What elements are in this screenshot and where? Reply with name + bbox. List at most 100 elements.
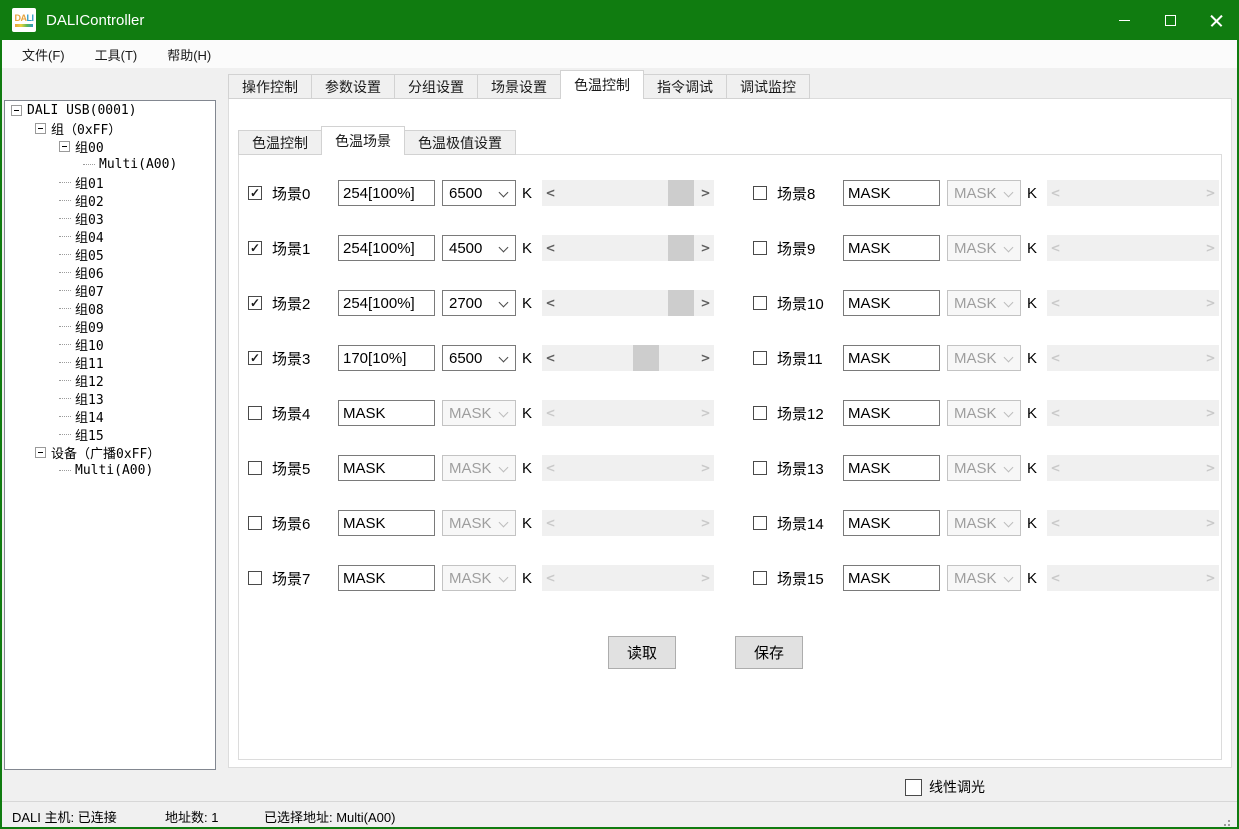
scene-kelvin-select[interactable]: 6500 [442,345,516,371]
tree-item[interactable]: 组15 [5,425,215,443]
scene-slider[interactable]: <> [542,290,714,316]
tree-item[interactable]: 组02 [5,191,215,209]
scene-checkbox[interactable] [753,406,767,420]
scroll-right-arrow-icon[interactable]: > [697,180,714,206]
tree-item[interactable]: 组10 [5,335,215,353]
tab-parameter-settings[interactable]: 参数设置 [311,74,395,99]
scroll-left-arrow-icon[interactable]: < [542,290,559,316]
scene-slider[interactable]: <> [542,180,714,206]
scene-checkbox[interactable] [753,351,767,365]
scene-level-input[interactable] [843,345,940,371]
tree-item[interactable]: 组07 [5,281,215,299]
scene-level-input[interactable] [338,345,435,371]
minimize-button[interactable] [1101,0,1147,40]
scene-checkbox[interactable] [753,571,767,585]
scene-kelvin-select[interactable]: 4500 [442,235,516,261]
scene-checkbox[interactable] [248,461,262,475]
scene-level-input[interactable] [843,455,940,481]
scene-level-input[interactable] [843,290,940,316]
scene-level-input[interactable] [338,510,435,536]
scene-checkbox[interactable]: ✓ [248,351,262,365]
scroll-left-arrow-icon[interactable]: < [542,235,559,261]
subtab-color-temp-control[interactable]: 色温控制 [238,130,322,155]
tree-item[interactable]: 组06 [5,263,215,281]
tree-item[interactable]: 组03 [5,209,215,227]
scene-checkbox[interactable] [753,461,767,475]
tree-item[interactable]: 组11 [5,353,215,371]
slider-thumb[interactable] [668,180,694,206]
scene-level-input[interactable] [338,455,435,481]
scroll-left-arrow-icon[interactable]: < [542,180,559,206]
tree-item[interactable]: 组13 [5,389,215,407]
slider-thumb[interactable] [633,345,659,371]
tab-color-temp-control[interactable]: 色温控制 [560,70,644,99]
scene-level-input[interactable] [843,180,940,206]
tab-group-settings[interactable]: 分组设置 [394,74,478,99]
scene-kelvin-select[interactable]: MASK [442,565,516,591]
tree-item[interactable]: 组12 [5,371,215,389]
resize-grip-icon[interactable] [1228,820,1230,822]
scene-level-input[interactable] [338,565,435,591]
close-button[interactable] [1193,0,1239,40]
maximize-button[interactable] [1147,0,1193,40]
scene-checkbox[interactable] [753,241,767,255]
scene-checkbox[interactable]: ✓ [248,241,262,255]
scene-level-input[interactable] [843,400,940,426]
scene-kelvin-select[interactable]: MASK [947,400,1021,426]
tree-item[interactable]: 组（0xFF） [5,119,215,137]
slider-thumb[interactable] [668,290,694,316]
scroll-right-arrow-icon[interactable]: > [697,235,714,261]
tab-scene-settings[interactable]: 场景设置 [477,74,561,99]
tree-item[interactable]: 设备（广播0xFF） [5,443,215,461]
tree-item[interactable]: 组01 [5,173,215,191]
scene-checkbox[interactable] [753,516,767,530]
scene-kelvin-select[interactable]: MASK [947,290,1021,316]
scene-kelvin-select[interactable]: MASK [947,565,1021,591]
tree-item[interactable]: Multi(A00) [5,155,215,173]
scene-kelvin-select[interactable]: MASK [947,510,1021,536]
scene-slider[interactable]: <> [542,235,714,261]
scene-checkbox[interactable]: ✓ [248,186,262,200]
scene-checkbox[interactable] [753,186,767,200]
scene-level-input[interactable] [338,180,435,206]
scene-kelvin-select[interactable]: MASK [947,235,1021,261]
tree-item[interactable]: DALI USB(0001) [5,101,215,119]
minus-box-icon[interactable] [35,123,46,134]
scroll-left-arrow-icon[interactable]: < [542,345,559,371]
scene-level-input[interactable] [843,235,940,261]
tab-debug-monitor[interactable]: 调试监控 [726,74,810,99]
scene-slider[interactable]: <> [542,345,714,371]
minus-box-icon[interactable] [35,447,46,458]
scene-kelvin-select[interactable]: MASK [442,400,516,426]
scene-level-input[interactable] [843,565,940,591]
menu-item-file[interactable]: 文件(F) [12,40,75,69]
tree-item[interactable]: Multi(A00) [5,461,215,479]
scene-checkbox[interactable] [248,516,262,530]
read-button[interactable]: 读取 [608,636,676,669]
scene-kelvin-select[interactable]: MASK [947,345,1021,371]
scene-level-input[interactable] [338,235,435,261]
scene-checkbox[interactable]: ✓ [248,296,262,310]
scene-level-input[interactable] [338,400,435,426]
tree-item[interactable]: 组09 [5,317,215,335]
scene-checkbox[interactable] [248,406,262,420]
scroll-right-arrow-icon[interactable]: > [697,345,714,371]
subtab-color-temp-limits[interactable]: 色温极值设置 [404,130,516,155]
linear-dimming-checkbox[interactable] [905,779,922,796]
scene-kelvin-select[interactable]: MASK [442,510,516,536]
scene-kelvin-select[interactable]: MASK [947,180,1021,206]
tree-item[interactable]: 组04 [5,227,215,245]
minus-box-icon[interactable] [59,141,70,152]
scene-kelvin-select[interactable]: MASK [442,455,516,481]
tree-item[interactable]: 组14 [5,407,215,425]
tree-item[interactable]: 组05 [5,245,215,263]
tab-operation-control[interactable]: 操作控制 [228,74,312,99]
tree-item[interactable]: 组00 [5,137,215,155]
scene-checkbox[interactable] [753,296,767,310]
tab-command-debug[interactable]: 指令调试 [643,74,727,99]
menu-item-tools[interactable]: 工具(T) [85,40,148,69]
save-button[interactable]: 保存 [735,636,803,669]
menu-item-help[interactable]: 帮助(H) [157,40,221,69]
scene-level-input[interactable] [338,290,435,316]
scene-kelvin-select[interactable]: 2700 [442,290,516,316]
